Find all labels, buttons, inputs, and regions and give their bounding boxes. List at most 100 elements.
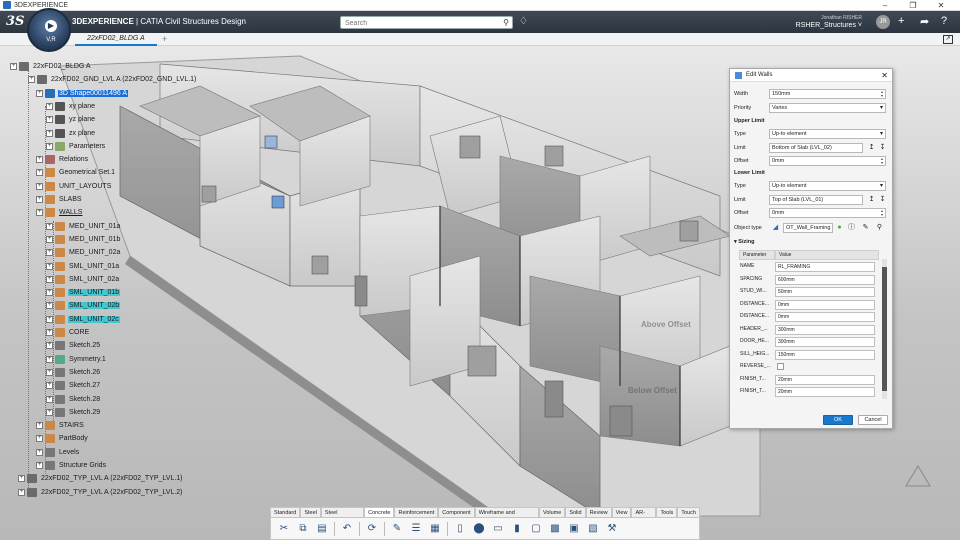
tree-expand-icon[interactable]: +: [18, 488, 25, 496]
tree-expand-icon[interactable]: +: [46, 249, 53, 257]
tab-touch[interactable]: Touch: [677, 507, 700, 517]
tree-expand-icon[interactable]: +: [46, 129, 53, 137]
tree-node-label[interactable]: SML_UNIT_02a: [68, 276, 120, 283]
tree-node-label[interactable]: 22xFD02_TYP_LVL A (22xFD02_TYP_LVL.2): [40, 489, 184, 496]
arrow-up-icon[interactable]: ↥: [867, 195, 876, 204]
tree-expand-icon[interactable]: +: [36, 182, 43, 190]
edit-icon[interactable]: ✎: [861, 223, 870, 232]
tree-node-label[interactable]: SML_UNIT_01b: [68, 289, 121, 297]
tree-node-label[interactable]: Levels: [58, 449, 80, 456]
sizing-scrollbar[interactable]: [882, 259, 887, 399]
scrollbar-thumb[interactable]: [882, 267, 887, 391]
tree-expand-icon[interactable]: +: [36, 196, 43, 203]
tree-node[interactable]: +22xFD02_GND_LVL A (22xFD02_GND_LVL.1): [28, 73, 197, 86]
paste-icon[interactable]: ▤: [315, 522, 329, 536]
tree-node-label[interactable]: STAIRS: [58, 422, 85, 429]
width-spinner[interactable]: ▴ ▾: [879, 90, 885, 98]
search-icon[interactable]: ⚲: [875, 223, 884, 232]
tree-expand-icon[interactable]: +: [46, 329, 53, 336]
tree-expand-icon[interactable]: +: [46, 275, 53, 283]
tree-node[interactable]: + SML_UNIT_02a: [46, 273, 120, 286]
tree-node[interactable]: + Sketch.27: [46, 379, 101, 392]
tree-expand-icon[interactable]: +: [46, 315, 53, 323]
tree-node-label[interactable]: SML_UNIT_01a: [68, 263, 120, 270]
tree-node-label[interactable]: Sketch.26: [68, 369, 101, 376]
lower-limit-field[interactable]: Top of Slab (LVL_01): [769, 195, 863, 205]
tree-expand-icon[interactable]: +: [46, 342, 53, 350]
tree-node[interactable]: + MED_UNIT_02a: [46, 246, 121, 259]
close-icon[interactable]: ✕: [881, 69, 888, 82]
tree-node[interactable]: + xy plane: [46, 100, 96, 113]
tree-expand-icon[interactable]: +: [46, 142, 53, 150]
tree-node[interactable]: + Levels: [36, 446, 80, 459]
tree-expand-icon[interactable]: +: [36, 435, 43, 443]
parameter-value[interactable]: 150mm: [775, 349, 875, 360]
tree-node[interactable]: + SLABS: [36, 193, 83, 206]
parameter-value[interactable]: RL_FRAMING: [775, 262, 875, 272]
tree-node[interactable]: + Parameters: [46, 140, 106, 153]
tree-node[interactable]: + Sketch.25: [46, 339, 101, 352]
tree-expand-icon[interactable]: +: [18, 475, 25, 483]
tree-node-label[interactable]: CORE: [68, 329, 90, 336]
tree-node-label[interactable]: yz plane: [68, 116, 96, 123]
play-icon[interactable]: ▶: [45, 20, 57, 32]
priority-select[interactable]: Varies: [769, 103, 886, 113]
arrow-down-icon[interactable]: ↧: [878, 195, 887, 204]
cancel-button[interactable]: Cancel: [858, 415, 888, 425]
tree-node[interactable]: +22xFD02_TYP_LVL A (22xFD02_TYP_LVL.2): [18, 486, 184, 499]
search-input[interactable]: [341, 18, 491, 29]
search-box[interactable]: ⚲: [340, 16, 513, 29]
parameter-value[interactable]: 0mm: [775, 312, 875, 322]
tree-node[interactable]: + SML_UNIT_02c: [46, 313, 120, 326]
tree-node-label[interactable]: 22xFD02_BLDG A: [32, 63, 92, 70]
help-icon[interactable]: ?: [941, 15, 947, 27]
tab-view[interactable]: View: [611, 507, 632, 517]
width-field[interactable]: 150mm ▴ ▾: [769, 89, 886, 99]
tab-steel[interactable]: Steel: [300, 507, 321, 517]
ok-button[interactable]: OK: [823, 415, 853, 425]
sizing-section[interactable]: ▾ Sizing: [734, 239, 754, 245]
tree-node[interactable]: + zx plane: [46, 127, 96, 140]
tree-expand-icon[interactable]: +: [36, 422, 43, 430]
tree-node-label[interactable]: Sketch.27: [68, 382, 101, 389]
tree-node[interactable]: + SML_UNIT_01b: [46, 286, 121, 299]
tree-node[interactable]: + PartBody: [36, 432, 89, 445]
cut-icon[interactable]: ✂: [277, 522, 291, 536]
tree-node[interactable]: + Sketch.28: [46, 393, 101, 406]
tree-node[interactable]: + SML_UNIT_02b: [46, 299, 121, 312]
tree-expand-icon[interactable]: +: [46, 102, 53, 110]
tree-node-label[interactable]: MED_UNIT_01a: [68, 223, 121, 230]
tree-node-label[interactable]: Geometrical Set.1: [58, 169, 116, 176]
upper-limit-field[interactable]: Bottom of Slab (LVL_02): [769, 143, 863, 153]
tree-expand-icon[interactable]: +: [36, 156, 43, 164]
tree-expand-icon[interactable]: +: [36, 462, 43, 469]
arrow-down-icon[interactable]: ↧: [878, 143, 887, 152]
tree-node-label[interactable]: zx plane: [68, 130, 96, 137]
tree-node[interactable]: + WALLS: [36, 206, 83, 219]
assembly-icon[interactable]: ▣: [567, 522, 581, 536]
tree-node-label[interactable]: MED_UNIT_01b: [68, 236, 121, 243]
tree-node[interactable]: + MED_UNIT_01a: [46, 220, 121, 233]
tool-icon[interactable]: ⚒: [605, 522, 619, 536]
slab-icon[interactable]: ▭: [491, 522, 505, 536]
tab-solid[interactable]: Solid: [565, 507, 586, 517]
tree-node[interactable]: + Sketch.26: [46, 366, 101, 379]
tree-node-label[interactable]: SML_UNIT_02b: [68, 302, 121, 310]
tab-ar-vr[interactable]: AR-VR: [631, 507, 657, 526]
tree-node-label[interactable]: 22xFD02_TYP_LVL A (22xFD02_TYP_LVL.1): [40, 475, 184, 482]
tree-node[interactable]: +22xFD02_TYP_LVL A (22xFD02_TYP_LVL.1): [18, 472, 184, 485]
collaborative-space[interactable]: RSHER_Structures ˅: [790, 22, 862, 30]
column-icon[interactable]: ▮: [510, 522, 524, 536]
minimize-button[interactable]: –: [874, 0, 896, 11]
share-icon[interactable]: ➦: [920, 15, 929, 28]
lower-offset-spinner[interactable]: ▴ ▾: [879, 209, 885, 217]
tab-component[interactable]: Component: [438, 507, 475, 517]
3d-viewport[interactable]: Above Offset Below Offset +22xFD02_BLDG …: [0, 46, 960, 540]
box-icon[interactable]: ⬤: [472, 522, 486, 536]
user-info[interactable]: Jonathan RISHER RSHER_Structures ˅: [790, 14, 862, 30]
tree-expand-icon[interactable]: +: [46, 302, 53, 310]
tab-steel-detailing[interactable]: Steel Detailing: [320, 507, 365, 526]
tree-expand-icon[interactable]: +: [46, 395, 53, 403]
tree-node-label[interactable]: Parameters: [68, 143, 106, 150]
grid-icon[interactable]: ▦: [428, 522, 442, 536]
